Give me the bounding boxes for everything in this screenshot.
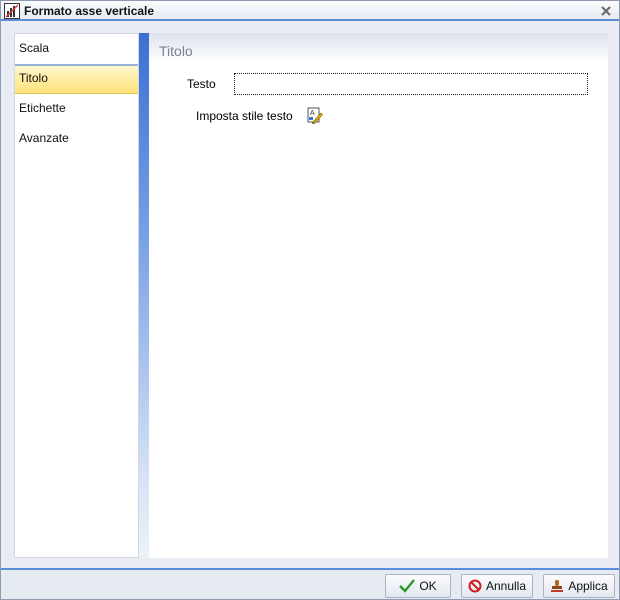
title-text-input[interactable] (234, 73, 588, 95)
stamp-icon (551, 580, 564, 592)
nav-item-scala[interactable]: Scala (15, 34, 138, 64)
text-label: Testo (187, 77, 216, 91)
ok-button-label: OK (419, 579, 437, 593)
nav-item-titolo[interactable]: Titolo (15, 64, 138, 94)
category-nav: Scala Titolo Etichette Avanzate (14, 33, 139, 558)
text-style-label: Imposta stile testo (196, 109, 293, 123)
section-title: Titolo (149, 33, 608, 63)
ok-button[interactable]: OK (385, 574, 451, 598)
window-title: Formato asse verticale (24, 4, 155, 18)
dialog-window: Formato asse verticale Scala Titolo Etic… (0, 0, 620, 600)
close-icon[interactable] (599, 4, 613, 18)
cancel-button-label: Annulla (485, 579, 526, 593)
checkmark-icon (399, 579, 416, 593)
panel-divider (139, 33, 149, 558)
apply-button[interactable]: Applica (543, 574, 615, 598)
cancel-icon (468, 579, 482, 593)
content-panel: Titolo Testo Imposta stile testo A (149, 33, 608, 558)
button-bar: OK Annulla Applica (1, 570, 619, 599)
svg-text:A: A (310, 110, 315, 117)
nav-item-avanzate[interactable]: Avanzate (15, 124, 138, 154)
text-style-icon[interactable]: A (307, 107, 323, 125)
chart-app-icon (4, 3, 20, 19)
nav-item-etichette[interactable]: Etichette (15, 94, 138, 124)
apply-button-label: Applica (568, 579, 608, 593)
cancel-button[interactable]: Annulla (461, 574, 533, 598)
title-bar[interactable]: Formato asse verticale (1, 1, 619, 21)
